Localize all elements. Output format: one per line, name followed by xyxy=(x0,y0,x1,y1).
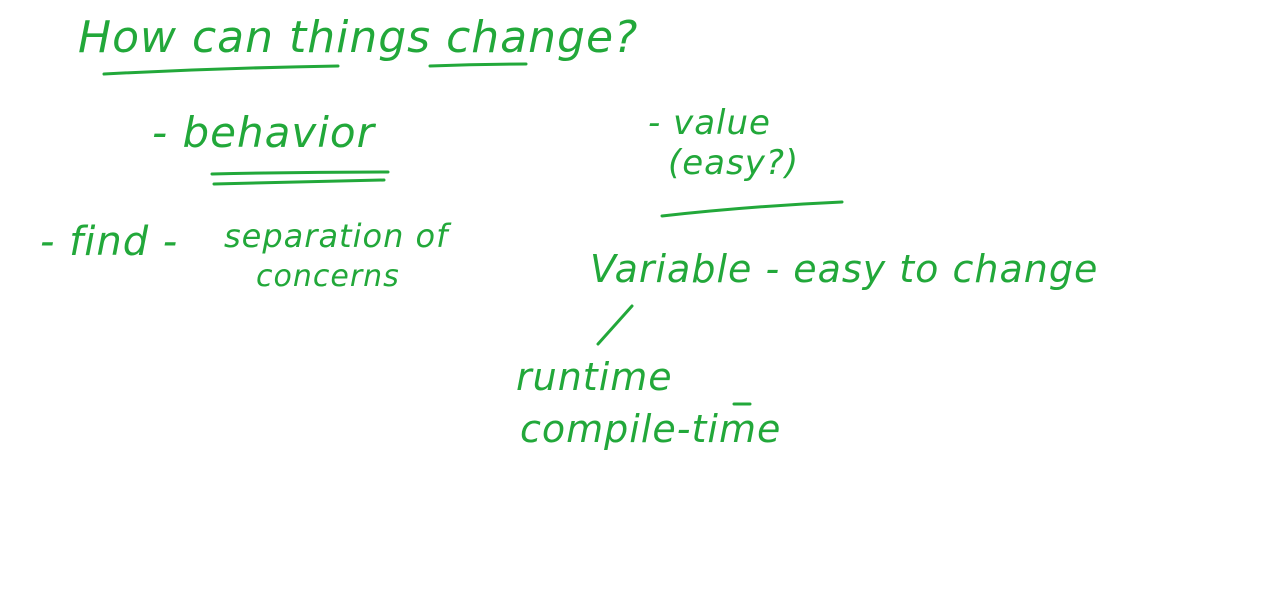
variable-branch-line xyxy=(596,304,634,346)
whiteboard-canvas: How can things change? - behavior - valu… xyxy=(0,0,1268,590)
handdrawn-strokes xyxy=(102,62,844,406)
behavior-underline-2 xyxy=(212,178,386,186)
behavior-underline-1 xyxy=(210,170,390,176)
value-underline xyxy=(660,200,844,218)
title-underline-2 xyxy=(428,62,528,68)
title-underline-1 xyxy=(102,64,340,76)
